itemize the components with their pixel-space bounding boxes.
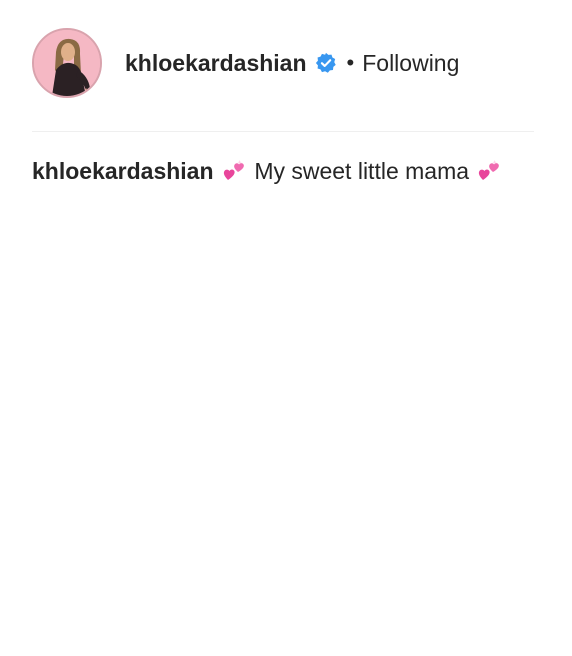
following-button[interactable]: Following: [362, 51, 459, 75]
post-username[interactable]: khloekardashian: [125, 51, 307, 75]
post-caption: khloekardashian My sweet little mama: [32, 157, 542, 185]
separator-dot: •: [346, 50, 355, 75]
header-divider: [32, 131, 534, 132]
avatar-photo: [34, 30, 100, 96]
two-hearts-icon: [222, 158, 246, 182]
header-text: khloekardashian • Following: [125, 50, 459, 75]
profile-avatar[interactable]: [32, 28, 102, 98]
post-header: khloekardashian • Following: [32, 28, 534, 98]
caption-text: My sweet little mama: [254, 158, 470, 184]
two-hearts-icon: [477, 158, 501, 182]
caption-username[interactable]: khloekardashian: [32, 158, 214, 184]
verified-badge-icon: [315, 52, 337, 74]
